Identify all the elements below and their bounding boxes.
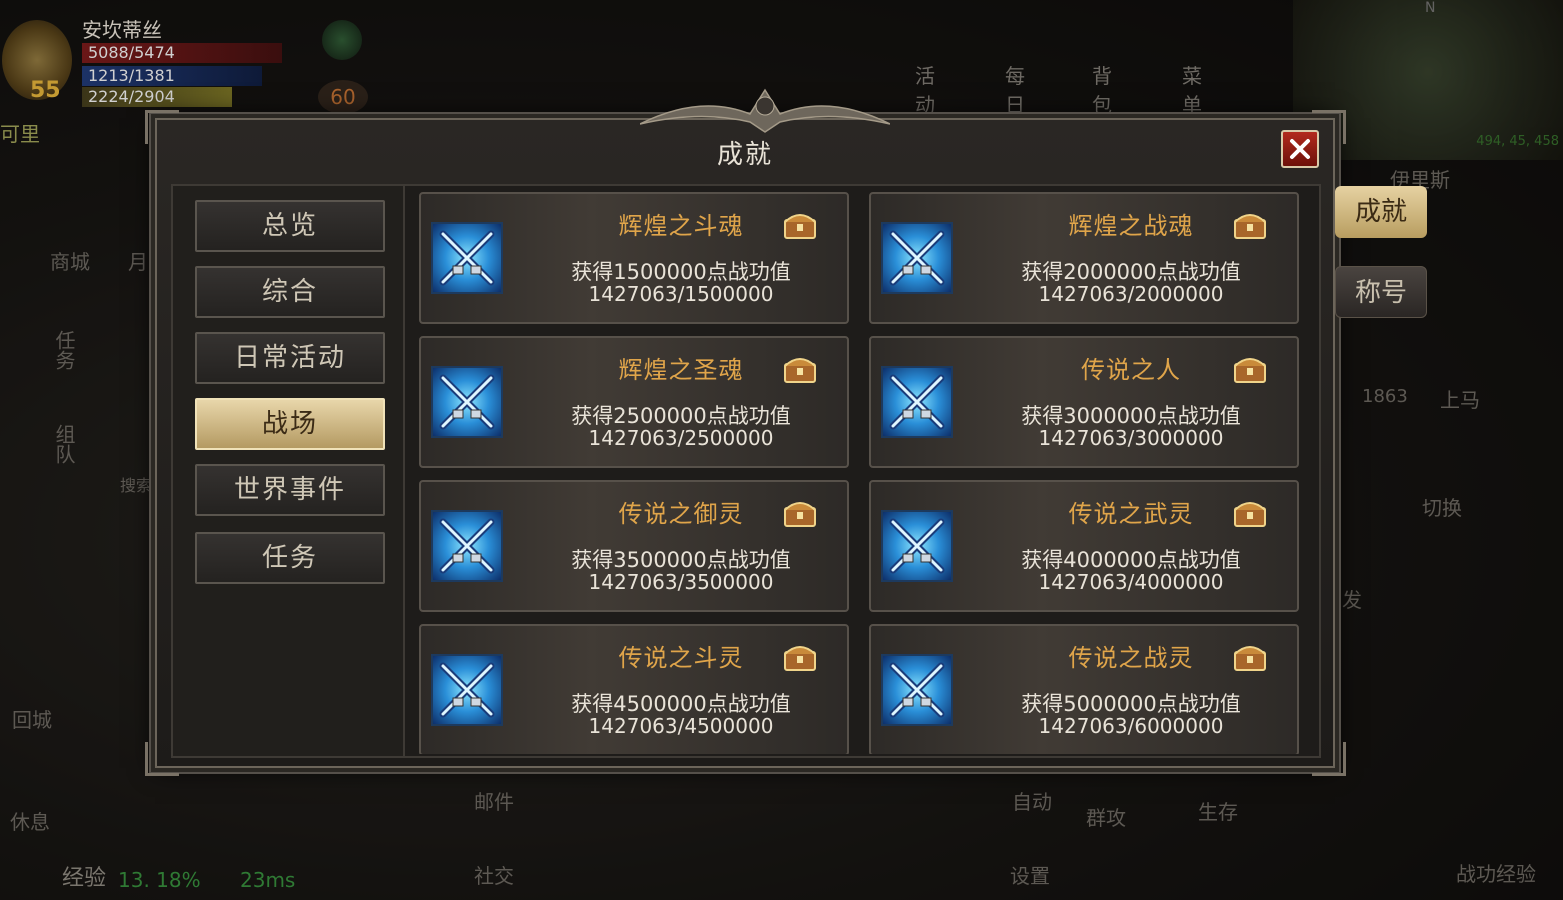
menu-daily[interactable]: 每日 [1005,60,1025,118]
achievement-panel: 成就 总览 综合 日常活动 战场 世界事件 任务 辉煌之斗魂 获得1500000… [155,118,1335,768]
exp-value: 13. 18% [118,868,201,892]
hud-auto[interactable]: 自动 [1012,786,1052,815]
panel-corner-ornament [145,742,179,776]
menu-activity[interactable]: 活动 [915,60,935,118]
player-name: 安坎蒂丝 [82,18,162,42]
crossed-swords-icon [431,222,503,294]
achievement-card[interactable]: 辉煌之战魂 获得2000000点战功值 1427063/2000000 [869,192,1299,324]
nav-quests[interactable]: 任务 [195,532,385,584]
category-nav: 总览 综合 日常活动 战场 世界事件 任务 [173,186,405,756]
nav-daily-activity[interactable]: 日常活动 [195,332,385,384]
mp-bar: 1213/1381 [82,66,262,86]
menu-bag[interactable]: 背包 [1092,60,1112,118]
reward-chest-icon[interactable] [1233,354,1267,384]
panel-corner-ornament [1312,742,1346,776]
fps-counter: 60 [318,80,368,114]
crossed-swords-icon [431,510,503,582]
hud-quest[interactable]: 任务 [50,330,79,370]
achievement-progress: 1427063/3000000 [1038,426,1224,450]
achievement-card[interactable]: 传说之人 获得3000000点战功值 1427063/3000000 [869,336,1299,468]
reward-chest-icon[interactable] [1233,642,1267,672]
achievement-card[interactable]: 辉煌之圣魂 获得2500000点战功值 1427063/2500000 [419,336,849,468]
hp-bar: 5088/5474 [82,43,282,63]
achievement-card[interactable]: 辉煌之斗魂 获得1500000点战功值 1427063/1500000 [419,192,849,324]
tab-title[interactable]: 称号 [1335,266,1427,318]
nav-battlefield[interactable]: 战场 [195,398,385,450]
achievement-progress: 1427063/1500000 [588,282,774,306]
reward-chest-icon[interactable] [783,354,817,384]
panel-crest-ornament [640,88,890,133]
achievement-progress: 1427063/3500000 [588,570,774,594]
crossed-swords-icon [881,366,953,438]
achievement-progress: 1427063/4500000 [588,714,774,738]
reward-chest-icon[interactable] [783,642,817,672]
crossed-swords-icon [881,222,953,294]
achievement-card[interactable]: 传说之战灵 获得5000000点战功值 1427063/6000000 [869,624,1299,754]
panel-corner-ornament [145,110,179,144]
hud-social[interactable]: 社交 [474,860,514,889]
item-count: 1863 [1362,386,1408,407]
hud-rest[interactable]: 休息 [10,806,50,835]
hud-monthly[interactable]: 月 [128,246,148,275]
nav-overview[interactable]: 总览 [195,200,385,252]
hud-return-city[interactable]: 回城 [12,704,52,733]
battle-exp-label: 战功经验 [1456,862,1536,886]
pet-label[interactable]: 可里 [0,118,40,147]
panel-title: 成就 [716,140,773,170]
player-frame[interactable]: 55 安坎蒂丝 5088/5474 1213/1381 2224/2904 [0,0,300,110]
hud-aoe[interactable]: 群攻 [1086,802,1126,831]
menu-main[interactable]: 菜单 [1182,60,1202,118]
nav-world-events[interactable]: 世界事件 [195,464,385,516]
achievement-progress: 1427063/6000000 [1038,714,1224,738]
hud-survival[interactable]: 生存 [1198,796,1238,825]
minimap-coords: 494, 45, 458 [1476,134,1559,149]
achievement-list[interactable]: 辉煌之斗魂 获得1500000点战功值 1427063/1500000 辉煌之战… [419,192,1309,754]
hud-mount[interactable]: 上马 [1440,384,1480,413]
player-level: 55 [30,78,61,103]
reward-chest-icon[interactable] [783,210,817,240]
panel-corner-ornament [1312,110,1346,144]
hud-mail[interactable]: 邮件 [474,786,514,815]
hud-switch[interactable]: 切换 [1422,492,1462,521]
ping-value: 23ms [240,868,296,892]
achievement-progress: 1427063/2500000 [588,426,774,450]
panel-content: 总览 综合 日常活动 战场 世界事件 任务 辉煌之斗魂 获得1500000点战功 [171,184,1321,758]
tab-achievement[interactable]: 成就 [1335,186,1427,238]
close-icon [1290,139,1310,159]
crossed-swords-icon [431,654,503,726]
achievement-card[interactable]: 传说之御灵 获得3500000点战功值 1427063/3500000 [419,480,849,612]
achievement-progress: 1427063/4000000 [1038,570,1224,594]
reward-chest-icon[interactable] [1233,498,1267,528]
minimap-north: N [1425,0,1436,16]
crossed-swords-icon [881,510,953,582]
hud-settings[interactable]: 设置 [1010,860,1050,889]
hud-search[interactable]: 搜索 [120,472,152,496]
hud-shop[interactable]: 商城 [50,246,90,275]
status-orb[interactable] [322,20,362,60]
reward-chest-icon[interactable] [783,498,817,528]
achievement-card[interactable]: 传说之武灵 获得4000000点战功值 1427063/4000000 [869,480,1299,612]
nav-general[interactable]: 综合 [195,266,385,318]
crossed-swords-icon [881,654,953,726]
reward-chest-icon[interactable] [1233,210,1267,240]
achievement-progress: 1427063/2000000 [1038,282,1224,306]
bottom-bar: 经验 13. 18% 23ms [0,860,1563,900]
hud-fire[interactable]: 发 [1342,584,1362,613]
hud-team[interactable]: 组队 [50,424,79,464]
xp-bar: 2224/2904 [82,87,232,107]
exp-label: 经验 [62,866,107,891]
crossed-swords-icon [431,366,503,438]
achievement-card[interactable]: 传说之斗灵 获得4500000点战功值 1427063/4500000 [419,624,849,754]
